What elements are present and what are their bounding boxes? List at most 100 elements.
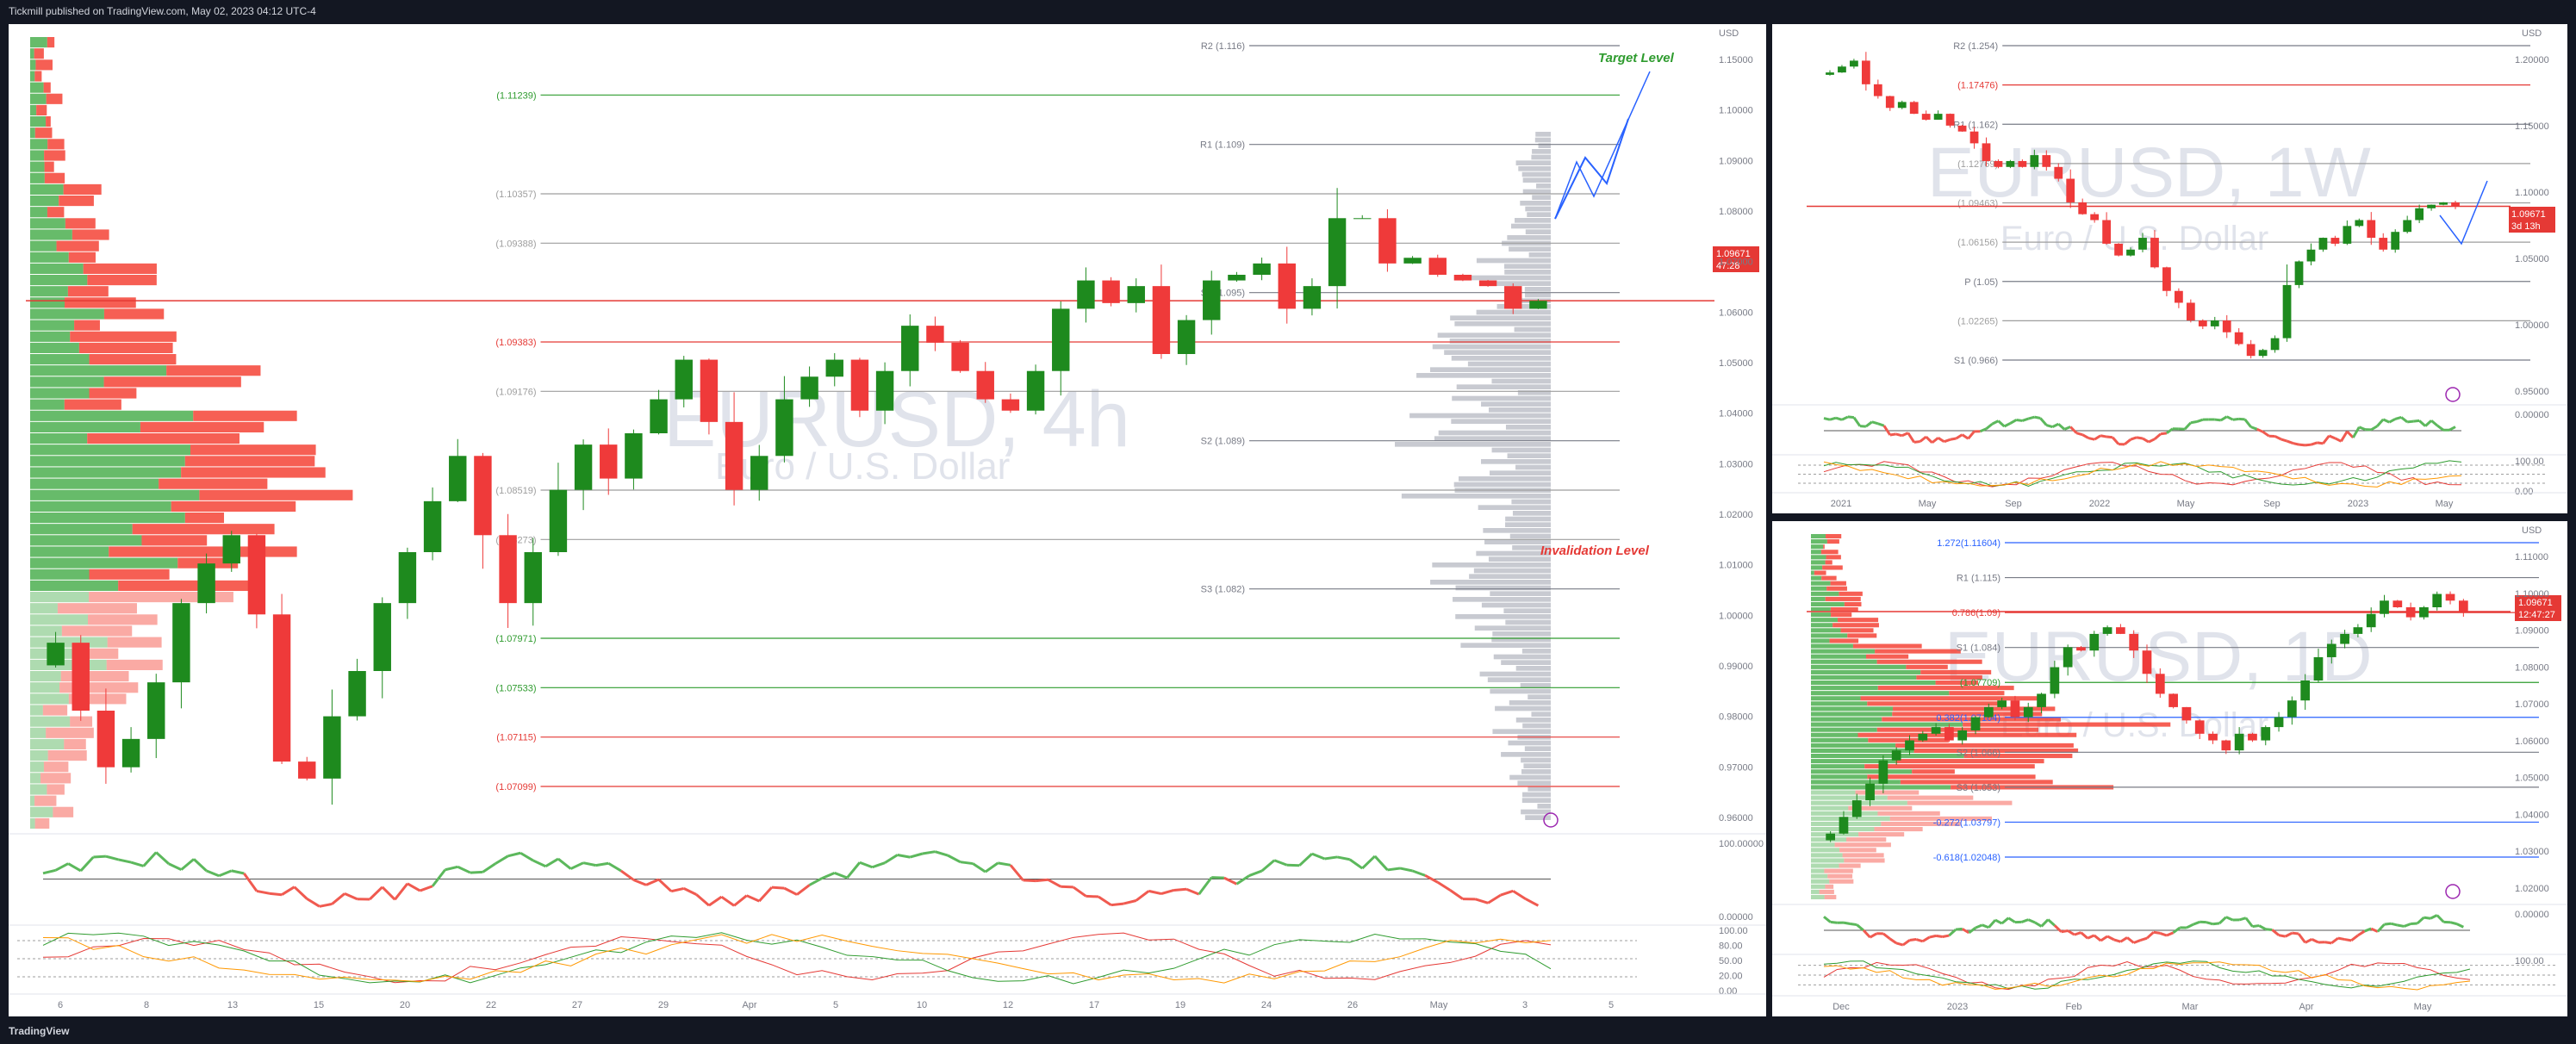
- profile-bar: [1452, 395, 1551, 401]
- profile-bar: [1492, 631, 1551, 637]
- x-tick-label: 19: [1175, 1000, 1185, 1010]
- profile-bar-up: [1811, 560, 1826, 565]
- candle-body: [2221, 740, 2231, 751]
- candle-body: [2010, 700, 2020, 718]
- profile-bar: [1521, 649, 1551, 654]
- profile-bar-down: [60, 671, 129, 682]
- level-label: (1.09383): [495, 338, 536, 348]
- candle-body: [272, 614, 291, 762]
- osc1-segment: [2394, 416, 2402, 420]
- profile-bar-down: [89, 354, 177, 365]
- candle-body: [1997, 700, 2007, 707]
- osc1-segment: [105, 854, 119, 861]
- weekly-chart-svg[interactable]: EURUSD, 1W Euro / U.S. Dollar R2 (1.254)…: [1772, 24, 2567, 513]
- profile-bar-down: [1826, 555, 1841, 560]
- profile-bar-down: [1814, 570, 1826, 575]
- candle-body: [2042, 155, 2051, 167]
- profile-bar: [1515, 160, 1551, 165]
- osc1-segment: [1950, 437, 1957, 441]
- osc1-segment: [495, 854, 509, 865]
- profile-bar-up: [30, 727, 47, 738]
- profile-bar-down: [1844, 858, 1885, 863]
- osc1-segment: [771, 886, 785, 890]
- daily-chart-svg[interactable]: EURUSD, 1D Euro / U.S. Dollar 1.272(1.11…: [1772, 521, 2567, 1016]
- candle-body: [2030, 155, 2039, 167]
- daily-chart-panel[interactable]: EURUSD, 1D Euro / U.S. Dollar 1.272(1.11…: [1772, 521, 2567, 1016]
- profile-bar-down: [64, 297, 136, 308]
- profile-bar-down: [1875, 649, 1961, 654]
- profile-bar-up: [30, 524, 133, 535]
- profile-bar-up: [30, 48, 34, 59]
- profile-bar: [1508, 740, 1551, 746]
- profile-bar-up: [30, 592, 90, 603]
- osc1-segment: [960, 861, 974, 866]
- candle-body: [348, 671, 366, 717]
- profile-bar-down: [42, 705, 68, 716]
- profile-bar: [1522, 723, 1551, 729]
- osc1-segment: [1235, 874, 1250, 886]
- candle-body: [1918, 733, 1928, 741]
- profile-bar-up: [30, 93, 47, 104]
- profile-bar: [1532, 149, 1551, 154]
- lightning-icon[interactable]: [2445, 884, 2461, 899]
- candle-body: [2023, 706, 2033, 718]
- osc1-segment: [2262, 431, 2270, 438]
- osc1-segment: [1248, 869, 1263, 877]
- profile-bar-up: [30, 682, 60, 693]
- osc1-segment: [1525, 898, 1540, 907]
- osc1-segment: [431, 868, 446, 887]
- candle-body: [2367, 220, 2376, 239]
- y-tick-label: 1.00000: [2515, 320, 2549, 331]
- weekly-chart-panel[interactable]: EURUSD, 1W Euro / U.S. Dollar R2 (1.254)…: [1772, 24, 2567, 513]
- profile-bar-down: [34, 71, 42, 82]
- osc1-segment: [2250, 426, 2258, 431]
- candle-body: [1969, 131, 1979, 144]
- profile-bar: [1487, 677, 1551, 682]
- candle-body: [1378, 218, 1397, 264]
- osc1-segment: [1913, 440, 1920, 444]
- lightning-icon[interactable]: [2445, 387, 2461, 402]
- profile-bar-down: [1819, 889, 1834, 894]
- candle-body: [524, 552, 542, 604]
- candle-body: [2405, 607, 2416, 618]
- osc1-segment: [2057, 423, 2066, 431]
- profile-bar-up: [1811, 674, 1917, 680]
- osc2-line: [42, 934, 1552, 984]
- osc1-segment: [1324, 855, 1338, 861]
- main-chart-panel[interactable]: EURUSD, 4h Euro / U.S. Dollar R2 (1.116)…: [9, 24, 1766, 1016]
- x-tick-label: Apr: [2299, 1002, 2313, 1012]
- osc1-segment: [1871, 420, 1879, 426]
- tradingview-logo[interactable]: TradingView: [9, 1025, 69, 1037]
- volume-profile-right: [1395, 132, 1551, 820]
- profile-bar: [1481, 459, 1551, 464]
- profile-bar-down: [34, 48, 44, 59]
- profile-bar-up: [30, 569, 90, 580]
- profile-bar-down: [46, 93, 63, 104]
- osc1-segment: [1901, 939, 1911, 947]
- candle-body: [2391, 232, 2400, 250]
- main-chart-svg[interactable]: EURUSD, 4h Euro / U.S. Dollar R2 (1.116)…: [9, 24, 1766, 1016]
- osc1-segment: [1909, 938, 1917, 941]
- profile-bar-up: [1811, 628, 1841, 633]
- profile-bar: [1476, 309, 1551, 315]
- osc1-segment: [2047, 918, 2056, 927]
- profile-bar-up: [30, 433, 88, 444]
- osc1-tick-label: 100.00000: [1719, 839, 1764, 849]
- osc1-segment: [532, 859, 546, 868]
- profile-bar-down: [140, 421, 264, 432]
- osc1-segment: [2063, 426, 2071, 431]
- candle-body: [951, 342, 969, 371]
- profile-bar-down: [74, 320, 100, 331]
- profile-bar: [1491, 378, 1551, 384]
- candle-body: [96, 711, 115, 767]
- osc1-segment: [1835, 416, 1843, 421]
- profile-bar-up: [30, 127, 35, 139]
- osc1-segment: [394, 882, 409, 901]
- osc1-segment: [2226, 415, 2234, 421]
- osc1-segment: [2069, 426, 2078, 434]
- level-label: S1 (0.966): [1954, 356, 1998, 366]
- profile-bar-down: [190, 444, 316, 456]
- candle-body: [1001, 399, 1020, 411]
- profile-bar-up: [30, 603, 58, 614]
- profile-bar-down: [109, 546, 297, 557]
